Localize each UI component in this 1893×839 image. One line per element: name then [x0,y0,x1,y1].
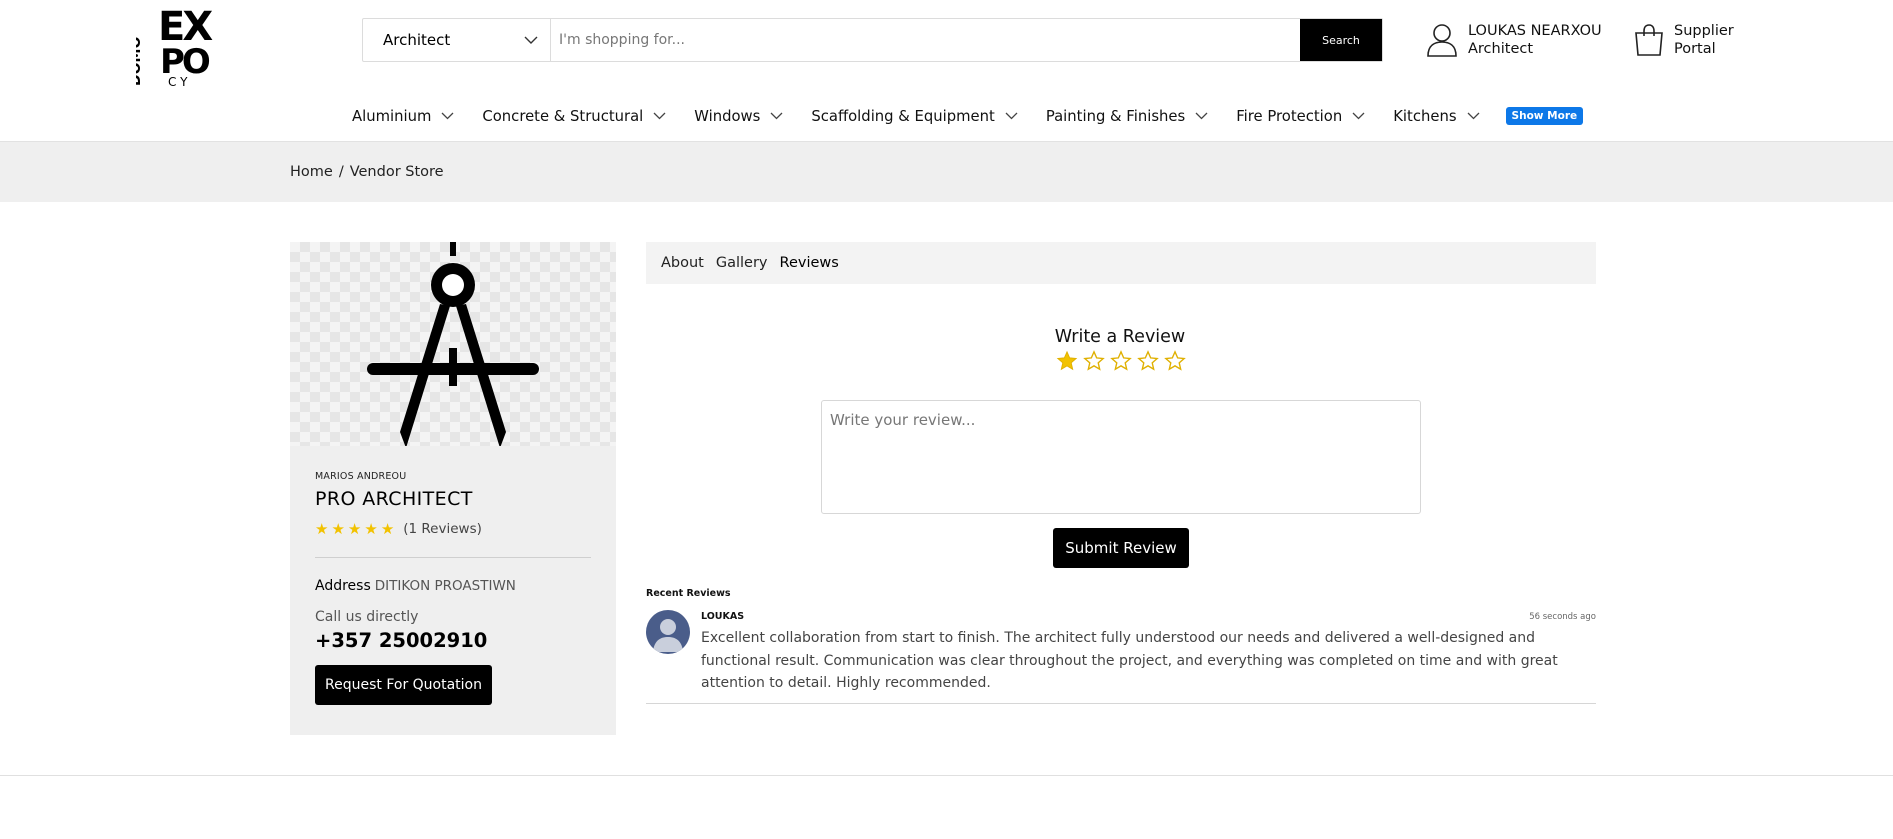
nav-item-fire-protection[interactable]: Fire Protection [1236,108,1365,125]
star-outline-icon[interactable] [1137,350,1159,372]
breadcrumb-home-link[interactable]: Home [290,164,333,180]
user-account[interactable]: LOUKAS NEARXOU Architect [1426,22,1602,58]
nav-item-aluminium[interactable]: Aluminium [352,108,454,125]
write-review-title: Write a Review [1054,327,1186,347]
review-text: Excellent collaboration from start to fi… [701,630,1558,691]
vendor-card: MARIOS ANDREOU PRO ARCHITECT ★ ★ ★ ★ ★ (… [290,242,616,735]
star-filled-icon: ★ [315,520,329,538]
star-filled-icon: ★ [347,520,362,538]
tab-gallery[interactable]: Gallery [716,255,768,271]
chevron-down-icon [770,112,783,120]
vendor-rating: ★ ★ ★ ★ ★ (1 Reviews) [315,520,591,538]
user-name: LOUKAS NEARXOU [1468,23,1602,39]
category-select[interactable]: Architect [363,19,551,61]
vendor-phone[interactable]: +357 25002910 [315,629,591,652]
request-quotation-button[interactable]: Request For Quotation [315,665,492,705]
call-label: Call us directly [315,609,419,625]
nav-item-label: Windows [694,107,761,125]
chevron-down-icon [1195,112,1208,120]
review-textarea[interactable] [821,400,1421,514]
tab-about[interactable]: About [661,255,704,271]
review-item: LOUKAS 56 seconds ago Excellent collabor… [646,608,1596,704]
tab-reviews[interactable]: Reviews [780,255,839,271]
chevron-down-icon [524,36,538,44]
breadcrumb: Home / Vendor Store [290,164,444,180]
user-role: Architect [1468,41,1534,57]
reviewer-name: LOUKAS [701,611,745,622]
category-nav: Aluminium Concrete & Structural Windows … [352,104,1584,128]
nav-item-kitchens[interactable]: Kitchens [1393,107,1480,125]
supplier-label-line2: Portal [1674,41,1716,57]
show-more-button[interactable]: Show More [1505,107,1584,125]
footer-divider [0,775,1893,776]
search-input[interactable] [551,19,1300,61]
site-logo[interactable]: DOMO EX PO CY [128,0,224,89]
nav-item-concrete[interactable]: Concrete & Structural [482,108,666,125]
submit-review-button[interactable]: Submit Review [1053,528,1189,568]
star-outline-icon[interactable] [1164,350,1186,372]
nav-item-label: Fire Protection [1236,107,1343,125]
supplier-portal-link[interactable]: Supplier Portal [1634,22,1734,58]
vendor-owner: MARIOS ANDREOU [315,471,407,482]
shopping-bag-icon [1635,24,1663,56]
chevron-down-icon [653,112,666,120]
star-outline-icon[interactable] [1083,350,1105,372]
vendor-image [290,242,616,448]
user-avatar-icon [653,619,683,652]
nav-item-label: Scaffolding & Equipment [811,107,995,125]
star-outline-icon[interactable] [1110,350,1132,372]
nav-item-painting[interactable]: Painting & Finishes [1046,108,1208,125]
divider [315,557,591,558]
logo-side-text: DOMO [136,37,144,86]
architect-compass-icon [367,242,539,448]
star-filled-icon: ★ [380,520,395,538]
nav-item-windows[interactable]: Windows [694,108,783,125]
user-icon [1427,24,1457,57]
star-filled-icon[interactable] [1056,350,1078,372]
breadcrumb-bar: Home / Vendor Store [0,141,1893,202]
vendor-info: MARIOS ANDREOU PRO ARCHITECT ★ ★ ★ ★ ★ (… [315,471,591,705]
star-rating-input [1056,350,1186,372]
address-label: Address [315,578,371,594]
search-bar: Architect Search [362,18,1383,62]
vendor-tabs: About Gallery Reviews [646,242,1596,284]
address-value: DITIKON PROASTIWN [374,578,516,594]
search-button[interactable]: Search [1300,19,1382,61]
recent-reviews-title: Recent Reviews [646,588,731,599]
nav-item-label: Concrete & Structural [482,107,644,125]
vendor-company: PRO ARCHITECT [315,488,473,510]
star-filled-icon: ★ [364,520,378,538]
logo-text-cy: CY [168,75,192,88]
chevron-down-icon [1467,112,1480,120]
vendor-address: Address DITIKON PROASTIWN [315,578,591,594]
nav-item-label: Aluminium [352,107,432,125]
nav-item-label: Kitchens [1393,107,1457,125]
avatar [646,610,690,654]
nav-item-label: Painting & Finishes [1045,107,1186,125]
breadcrumb-current: Vendor Store [349,164,444,180]
chevron-down-icon [1005,112,1018,120]
breadcrumb-separator: / [338,164,344,180]
reviews-count: (1 Reviews) [403,521,482,537]
supplier-label-line1: Supplier [1674,23,1734,39]
nav-item-scaffolding[interactable]: Scaffolding & Equipment [811,108,1018,125]
chevron-down-icon [1352,112,1365,120]
chevron-down-icon [441,112,454,120]
star-filled-icon: ★ [331,520,345,538]
category-select-value: Architect [383,31,451,49]
review-time: 56 seconds ago [1529,612,1596,622]
